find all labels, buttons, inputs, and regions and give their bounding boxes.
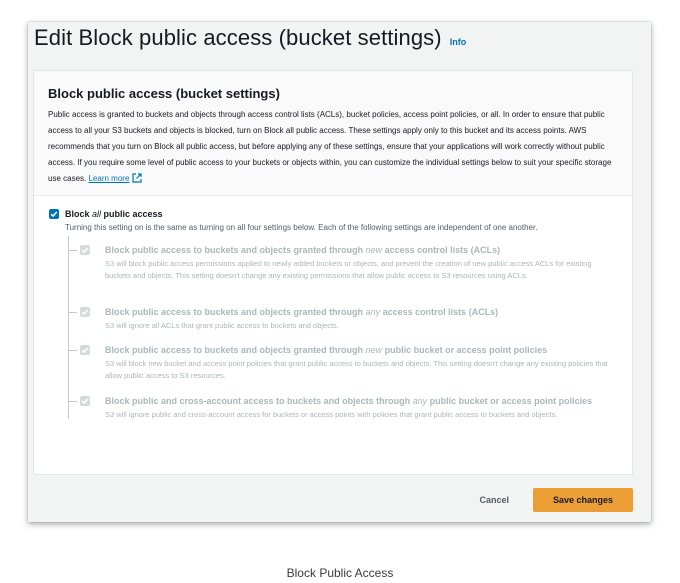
panel-title: Block public access (bucket settings)	[48, 86, 280, 101]
option-title-pre: Block public access to buckets and objec…	[105, 245, 366, 255]
tree-branch	[68, 312, 77, 313]
option-title: Block public access to buckets and objec…	[90, 336, 618, 358]
figure-caption: Block Public Access	[286, 566, 394, 580]
save-changes-button[interactable]: Save changes	[533, 488, 633, 512]
form-actions: Cancel Save changes	[473, 488, 633, 512]
checkmark-icon	[81, 247, 89, 254]
checkmark-icon	[81, 309, 89, 316]
option-title: Block public access to buckets and objec…	[90, 236, 618, 258]
checkmark-icon	[81, 347, 89, 354]
option-description: S3 will block new bucket and access poin…	[105, 359, 608, 380]
option-title-em: new	[365, 345, 383, 355]
info-link[interactable]: Info	[450, 37, 467, 47]
screenshot-frame: Edit Block public access (bucket setting…	[28, 22, 651, 522]
option-title-post: access control lists (ACLs)	[382, 245, 501, 255]
option-title: Block public access to buckets and objec…	[90, 298, 618, 320]
settings-tree: Block public access to buckets and objec…	[68, 236, 618, 421]
learn-more-label: Learn more	[88, 174, 130, 183]
option-new-policies-checkbox[interactable]	[80, 345, 90, 355]
block-all-label-post: public access	[101, 209, 163, 219]
block-all-checkbox[interactable]	[49, 209, 59, 219]
settings-panel: Block public access (bucket settings) Pu…	[33, 70, 633, 475]
option-description: S3 will ignore all ACLs that grant publi…	[105, 321, 339, 330]
option-any-acls: Block public access to buckets and objec…	[68, 298, 618, 336]
option-any-policies-checkbox[interactable]	[80, 396, 90, 406]
option-description: S3 will block public access permissions …	[105, 259, 592, 280]
block-all-label: Block all public access	[65, 209, 163, 219]
page-title: Edit Block public access (bucket setting…	[34, 25, 442, 50]
option-description: S3 will ignore public and cross-account …	[105, 410, 558, 419]
option-title-pre: Block public access to buckets and objec…	[105, 345, 366, 355]
block-all-description: Turning this setting on is the same as t…	[65, 223, 538, 232]
option-new-acls: Block public access to buckets and objec…	[68, 236, 618, 298]
option-title-pre: Block public and cross-account access to…	[105, 396, 413, 406]
option-title-em: any	[365, 307, 381, 317]
option-title: Block public and cross-account access to…	[90, 387, 618, 409]
panel-header: Block public access (bucket settings) Pu…	[34, 71, 632, 196]
block-all-label-pre: Block	[65, 209, 93, 219]
block-all-public-access-toggle[interactable]: Block all public access	[49, 209, 618, 219]
option-title-em: any	[412, 396, 428, 406]
option-title-pre: Block public access to buckets and objec…	[105, 307, 366, 317]
option-any-policies: Block public and cross-account access to…	[68, 387, 618, 421]
option-title-post: public bucket or access point policies	[427, 396, 593, 406]
option-title-em: new	[365, 245, 383, 255]
tree-branch	[68, 401, 77, 402]
checkmark-icon	[81, 398, 89, 405]
page-header: Edit Block public access (bucket setting…	[34, 25, 466, 51]
option-new-policies: Block public access to buckets and objec…	[68, 336, 618, 387]
tree-branch	[68, 250, 77, 251]
external-link-icon	[132, 173, 143, 189]
cancel-button[interactable]: Cancel	[473, 495, 515, 505]
panel-body: Block all public access Turning this set…	[34, 196, 632, 421]
option-title-post: public bucket or access point policies	[382, 345, 548, 355]
option-new-acls-checkbox[interactable]	[80, 245, 90, 255]
option-any-acls-checkbox[interactable]	[80, 307, 90, 317]
checkmark-icon	[50, 211, 58, 218]
tree-branch	[68, 350, 77, 351]
block-all-label-em: all	[92, 209, 102, 219]
panel-description: Public access is granted to buckets and …	[48, 107, 618, 189]
learn-more-link[interactable]: Learn more	[88, 173, 143, 183]
option-title-post: access control lists (ACLs)	[380, 307, 499, 317]
